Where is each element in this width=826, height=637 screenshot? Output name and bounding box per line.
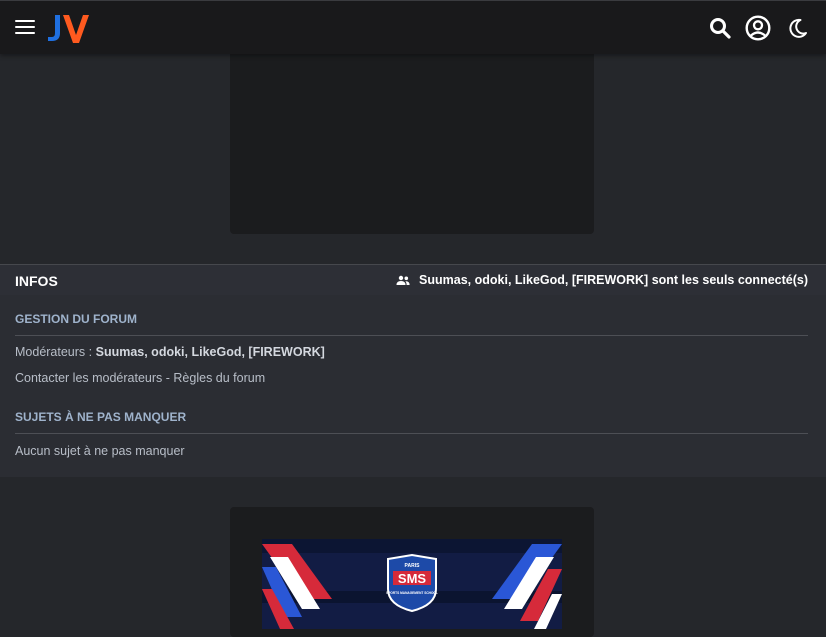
- advertisement-slot-top: [230, 54, 594, 234]
- sms-ad-banner[interactable]: PARIS SMS SPORTS MANAGEMENT SCHOOL: [262, 539, 562, 629]
- top-navigation-bar: [0, 0, 826, 54]
- forum-rules-link[interactable]: Règles du forum: [173, 371, 265, 385]
- contact-moderators-link[interactable]: Contacter les modérateurs: [15, 371, 162, 385]
- jv-logo[interactable]: [46, 13, 92, 45]
- sms-badge-sub: SPORTS MANAGEMENT SCHOOL: [386, 591, 438, 595]
- sms-badge-main: SMS: [398, 571, 427, 586]
- gestion-heading: GESTION DU FORUM: [15, 312, 808, 336]
- users-icon: [396, 275, 410, 285]
- moderators-line: Modérateurs : Suumas, odoki, LikeGod, [F…: [15, 345, 325, 359]
- infos-content: GESTION DU FORUM Modérateurs : Suumas, o…: [0, 295, 826, 477]
- infos-panel: INFOS Suumas, odoki, LikeGod, [FIREWORK]…: [0, 264, 826, 477]
- moderators-label: Modérateurs :: [15, 345, 93, 359]
- connected-users: Suumas, odoki, LikeGod, [FIREWORK] sont …: [396, 273, 808, 287]
- search-icon[interactable]: [709, 17, 731, 39]
- sms-badge-top: PARIS: [405, 563, 421, 569]
- no-topics-text: Aucun sujet à ne pas manquer: [15, 444, 185, 458]
- moon-icon[interactable]: [786, 16, 810, 40]
- link-separator: -: [162, 371, 174, 385]
- connected-users-text: Suumas, odoki, LikeGod, [FIREWORK] sont …: [419, 273, 808, 287]
- moderators-list: Suumas, odoki, LikeGod, [FIREWORK]: [95, 345, 325, 359]
- menu-icon[interactable]: [15, 20, 35, 36]
- forum-links: Contacter les modérateurs - Règles du fo…: [15, 371, 265, 385]
- sujets-heading: SUJETS À NE PAS MANQUER: [15, 410, 808, 434]
- account-icon[interactable]: [745, 15, 771, 41]
- infos-title: INFOS: [15, 273, 58, 289]
